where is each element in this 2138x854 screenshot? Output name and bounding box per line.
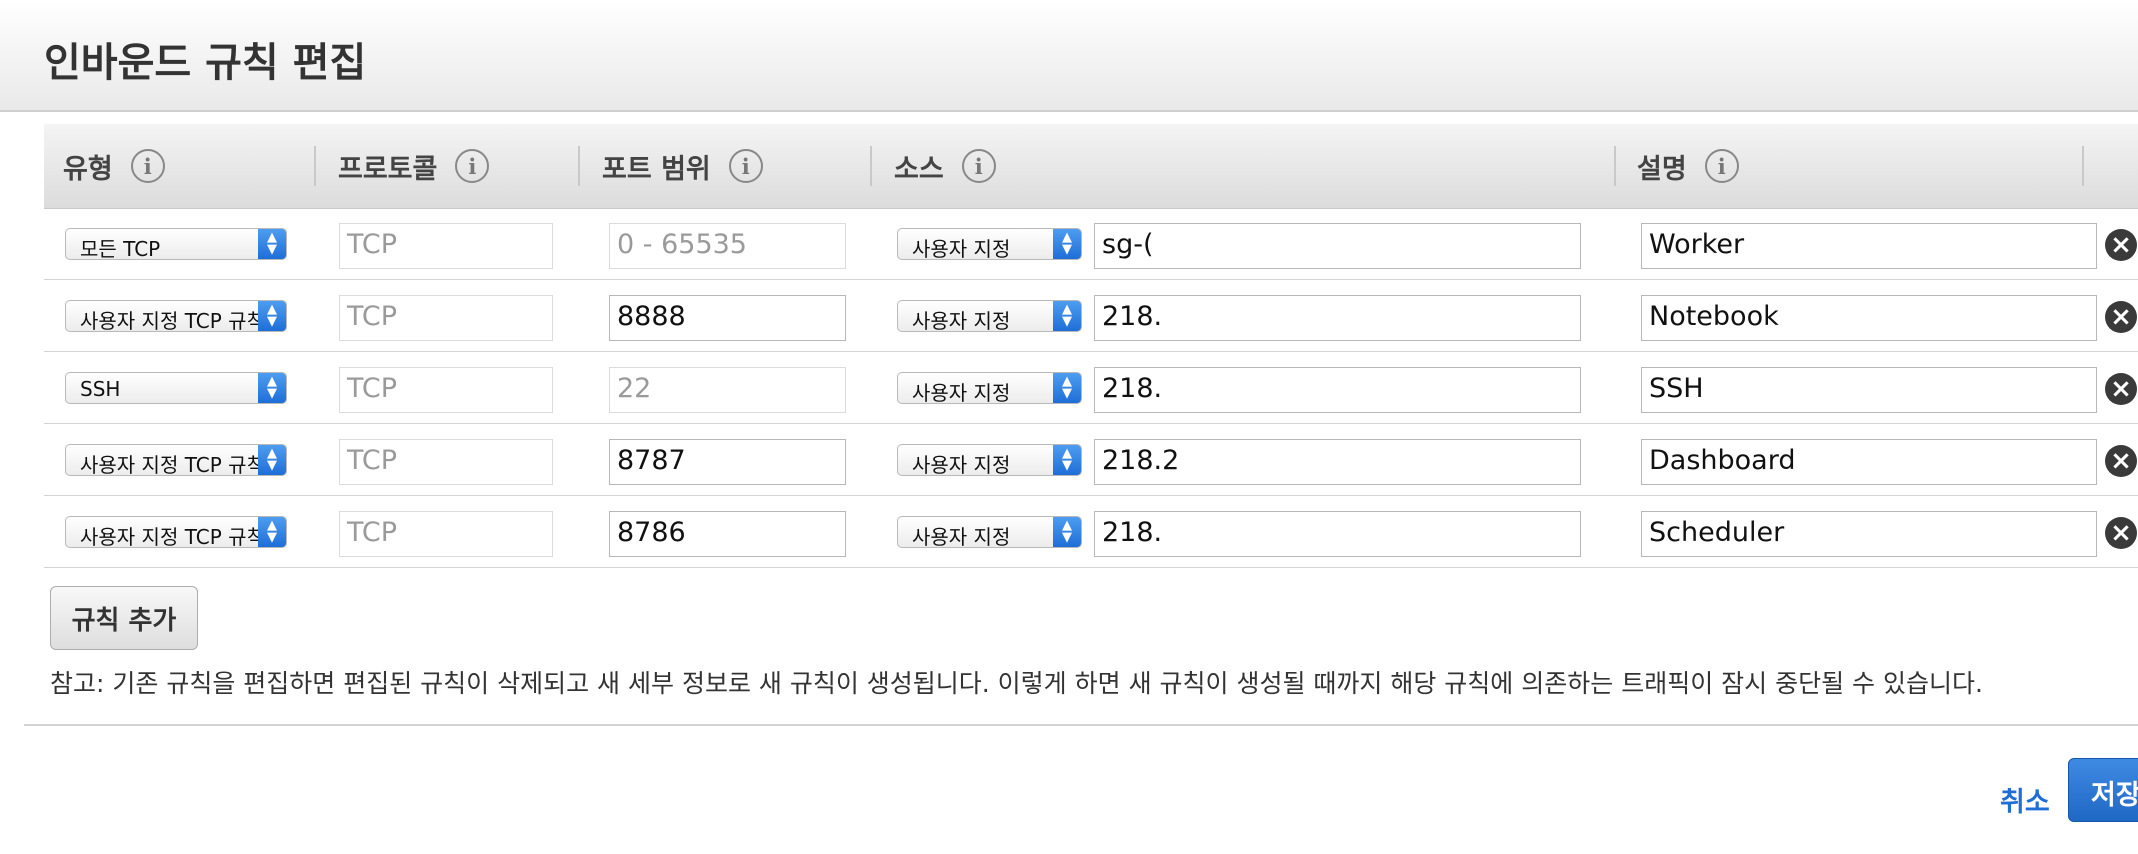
column-divider: [1614, 146, 1616, 186]
source-select-value: 사용자 지정: [912, 453, 1011, 476]
source-input[interactable]: sg-(: [1094, 223, 1581, 269]
column-header-source: 소스 i: [894, 124, 996, 208]
chevron-updown-icon: ▲ ▼: [1053, 301, 1081, 331]
description-input[interactable]: Scheduler: [1641, 511, 2097, 557]
info-icon[interactable]: i: [728, 149, 763, 183]
cancel-button[interactable]: 취소: [2000, 780, 2050, 819]
chevron-updown-icon: ▲ ▼: [1053, 229, 1081, 259]
add-rule-button[interactable]: 규칙 추가: [50, 586, 198, 650]
chevron-updown-icon: ▲ ▼: [1053, 373, 1081, 403]
type-select-value: 사용자 지정 TCP 규칙: [80, 525, 265, 548]
chevron-updown-icon: ▲ ▼: [258, 373, 286, 403]
page-title: 인바운드 규칙 편집: [44, 40, 367, 86]
close-circle-icon[interactable]: ×: [2105, 373, 2137, 405]
type-select-value: 사용자 지정 TCP 규칙: [80, 309, 265, 332]
table-row: 사용자 지정 TCP 규칙 ▲ ▼ TCP 8786 사용자 지정 ▲ ▼ 218. Schedu…: [44, 497, 2138, 568]
save-button[interactable]: 저장: [2068, 758, 2138, 822]
column-header-port-range: 포트 범위 i: [602, 124, 763, 208]
description-input[interactable]: SSH: [1641, 367, 2097, 413]
source-select[interactable]: 사용자 지정 ▲ ▼: [897, 516, 1082, 548]
column-label-type: 유형: [63, 153, 113, 185]
source-input[interactable]: 218.: [1094, 367, 1581, 413]
column-label-description: 설명: [1637, 153, 1687, 185]
type-select[interactable]: 사용자 지정 TCP 규칙 ▲ ▼: [65, 444, 287, 476]
source-select[interactable]: 사용자 지정 ▲ ▼: [897, 444, 1082, 476]
type-select[interactable]: 모든 TCP ▲ ▼: [65, 228, 287, 260]
column-divider: [314, 146, 316, 186]
protocol-field: TCP: [339, 367, 553, 413]
source-input[interactable]: 218.2: [1094, 439, 1581, 485]
info-icon[interactable]: i: [961, 149, 996, 183]
source-select[interactable]: 사용자 지정 ▲ ▼: [897, 372, 1082, 404]
close-circle-icon[interactable]: ×: [2105, 445, 2137, 477]
type-select[interactable]: SSH ▲ ▼: [65, 372, 287, 404]
chevron-updown-icon: ▲ ▼: [258, 229, 286, 259]
chevron-updown-icon: ▲ ▼: [1053, 445, 1081, 475]
type-select-value: SSH: [80, 377, 121, 401]
column-label-protocol: 프로토콜: [338, 153, 438, 185]
column-label-source: 소스: [894, 153, 944, 185]
port-range-input: 22: [609, 367, 846, 413]
port-range-input[interactable]: 8888: [609, 295, 846, 341]
footer-divider: [24, 724, 2138, 726]
port-range-input[interactable]: 8787: [609, 439, 846, 485]
chevron-updown-icon: ▲ ▼: [258, 517, 286, 547]
type-select-value: 모든 TCP: [80, 237, 161, 260]
table-row: 사용자 지정 TCP 규칙 ▲ ▼ TCP 8787 사용자 지정 ▲ ▼ 218.2 Dashb…: [44, 425, 2138, 496]
protocol-field: TCP: [339, 511, 553, 557]
type-select[interactable]: 사용자 지정 TCP 규칙 ▲ ▼: [65, 300, 287, 332]
column-divider: [2082, 146, 2084, 186]
column-divider: [870, 146, 872, 186]
port-range-input[interactable]: 8786: [609, 511, 846, 557]
column-header-protocol: 프로토콜 i: [338, 124, 490, 208]
table-row: 모든 TCP ▲ ▼ TCP 0 - 65535 사용자 지정 ▲ ▼ sg-( Worker ×: [44, 209, 2138, 280]
source-input[interactable]: 218.: [1094, 295, 1581, 341]
table-row: 사용자 지정 TCP 규칙 ▲ ▼ TCP 8888 사용자 지정 ▲ ▼ 218. Notebo…: [44, 281, 2138, 352]
source-select-value: 사용자 지정: [912, 525, 1011, 548]
description-input[interactable]: Notebook: [1641, 295, 2097, 341]
modal-header: 인바운드 규칙 편집: [0, 0, 2138, 112]
protocol-field: TCP: [339, 223, 553, 269]
type-select[interactable]: 사용자 지정 TCP 규칙 ▲ ▼: [65, 516, 287, 548]
edit-note: 참고: 기존 규칙을 편집하면 편집된 규칙이 삭제되고 새 세부 정보로 새 …: [50, 669, 1983, 698]
source-select[interactable]: 사용자 지정 ▲ ▼: [897, 300, 1082, 332]
chevron-updown-icon: ▲ ▼: [258, 445, 286, 475]
port-range-input: 0 - 65535: [609, 223, 846, 269]
description-input[interactable]: Worker: [1641, 223, 2097, 269]
type-select-value: 사용자 지정 TCP 규칙: [80, 453, 265, 476]
protocol-field: TCP: [339, 439, 553, 485]
table-row: SSH ▲ ▼ TCP 22 사용자 지정 ▲ ▼ 218. SSH ×: [44, 353, 2138, 424]
chevron-updown-icon: ▲ ▼: [258, 301, 286, 331]
column-label-port-range: 포트 범위: [602, 153, 711, 185]
column-header-type: 유형 i: [63, 124, 165, 208]
info-icon[interactable]: i: [130, 149, 165, 183]
description-input[interactable]: Dashboard: [1641, 439, 2097, 485]
table-header: 유형 i 프로토콜 i 포트 범위 i 소스 i 설명 i: [44, 124, 2138, 209]
protocol-field: TCP: [339, 295, 553, 341]
source-select-value: 사용자 지정: [912, 309, 1011, 332]
column-header-description: 설명 i: [1637, 124, 1739, 208]
close-circle-icon[interactable]: ×: [2105, 229, 2137, 261]
source-select-value: 사용자 지정: [912, 237, 1011, 260]
source-input[interactable]: 218.: [1094, 511, 1581, 557]
close-circle-icon[interactable]: ×: [2105, 301, 2137, 333]
source-select-value: 사용자 지정: [912, 381, 1011, 404]
info-icon[interactable]: i: [455, 149, 490, 183]
close-circle-icon[interactable]: ×: [2105, 517, 2137, 549]
info-icon[interactable]: i: [1704, 149, 1739, 183]
source-select[interactable]: 사용자 지정 ▲ ▼: [897, 228, 1082, 260]
chevron-updown-icon: ▲ ▼: [1053, 517, 1081, 547]
column-divider: [578, 146, 580, 186]
